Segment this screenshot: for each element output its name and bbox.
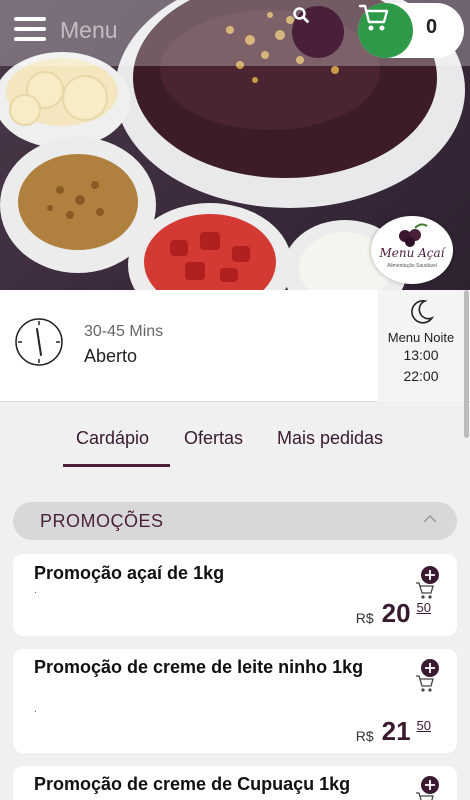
logo-title: Menu Açaí bbox=[379, 246, 445, 260]
product-name: Promoção açaí de 1kg bbox=[34, 563, 225, 583]
add-cart-icon bbox=[416, 776, 439, 800]
cart-count: 0 bbox=[426, 16, 438, 38]
price-currency: R$ bbox=[355, 728, 374, 744]
product-card[interactable]: Promoção de creme de leite ninho 1kg . R… bbox=[13, 649, 457, 753]
cart-icon bbox=[358, 4, 389, 31]
product-description: . bbox=[34, 704, 37, 715]
tab-ofertas[interactable]: Ofertas bbox=[184, 428, 243, 449]
tab-mais-pedidas[interactable]: Mais pedidas bbox=[277, 428, 383, 449]
product-name: Promoção de creme de leite ninho 1kg bbox=[34, 657, 364, 677]
add-to-cart-button[interactable] bbox=[413, 659, 443, 693]
product-card[interactable]: Promoção açaí de 1kg . R$ 20 50 bbox=[13, 554, 457, 636]
logo-subtitle: Alimentação Saudável bbox=[387, 263, 437, 269]
store-info: 30-45 Mins Aberto Menu Noite 13:00 22:00 bbox=[0, 290, 470, 402]
active-tab-indicator bbox=[63, 464, 170, 467]
product-price: R$ 21 50 bbox=[356, 716, 431, 747]
section-header-promocoes[interactable]: PROMOÇÕES bbox=[13, 502, 457, 540]
product-card[interactable]: Promoção de creme de Cupuaçu 1kg bbox=[13, 766, 457, 800]
price-currency: R$ bbox=[355, 610, 374, 626]
add-to-cart-button[interactable] bbox=[413, 776, 443, 800]
restaurant-logo: Menu Açaí Alimentação Saudável bbox=[371, 216, 453, 284]
section-title: PROMOÇÕES bbox=[40, 511, 164, 531]
opening-hours: Menu Noite 13:00 22:00 bbox=[378, 290, 464, 402]
add-cart-icon bbox=[416, 659, 439, 692]
menu-label[interactable]: Menu bbox=[60, 17, 118, 44]
delivery-time: 30-45 Mins bbox=[84, 323, 164, 340]
search-button[interactable] bbox=[292, 6, 344, 58]
product-price: R$ 20 50 bbox=[356, 598, 431, 629]
hamburger-menu-icon[interactable] bbox=[14, 17, 46, 43]
product-name: Promoção de creme de Cupuaçu 1kg bbox=[34, 774, 351, 794]
price-cents: 50 bbox=[416, 600, 431, 615]
closing-time: 22:00 bbox=[403, 368, 439, 384]
product-description: . bbox=[34, 585, 37, 596]
acai-berries-icon bbox=[399, 223, 428, 247]
search-icon bbox=[293, 7, 309, 23]
price-integer: 21 bbox=[381, 716, 411, 746]
category-tabs: Cardápio Ofertas Mais pedidas bbox=[0, 402, 470, 472]
chevron-up-icon bbox=[423, 514, 437, 523]
tab-cardapio[interactable]: Cardápio bbox=[76, 428, 149, 449]
price-integer: 20 bbox=[381, 598, 411, 628]
moon-icon bbox=[411, 300, 435, 324]
add-cart-icon bbox=[416, 566, 439, 599]
cart-icon-circle bbox=[358, 3, 413, 58]
clock-icon bbox=[15, 318, 63, 366]
add-to-cart-button[interactable] bbox=[413, 566, 443, 600]
hours-title: Menu Noite bbox=[387, 330, 455, 345]
opening-time: 13:00 bbox=[403, 347, 439, 363]
hero-banner: Menu 0 Menu Açaí Alimentação Saudável bbox=[0, 0, 470, 290]
price-cents: 50 bbox=[416, 718, 431, 733]
cart-button[interactable]: 0 bbox=[358, 3, 464, 58]
store-status: Aberto bbox=[84, 346, 138, 366]
